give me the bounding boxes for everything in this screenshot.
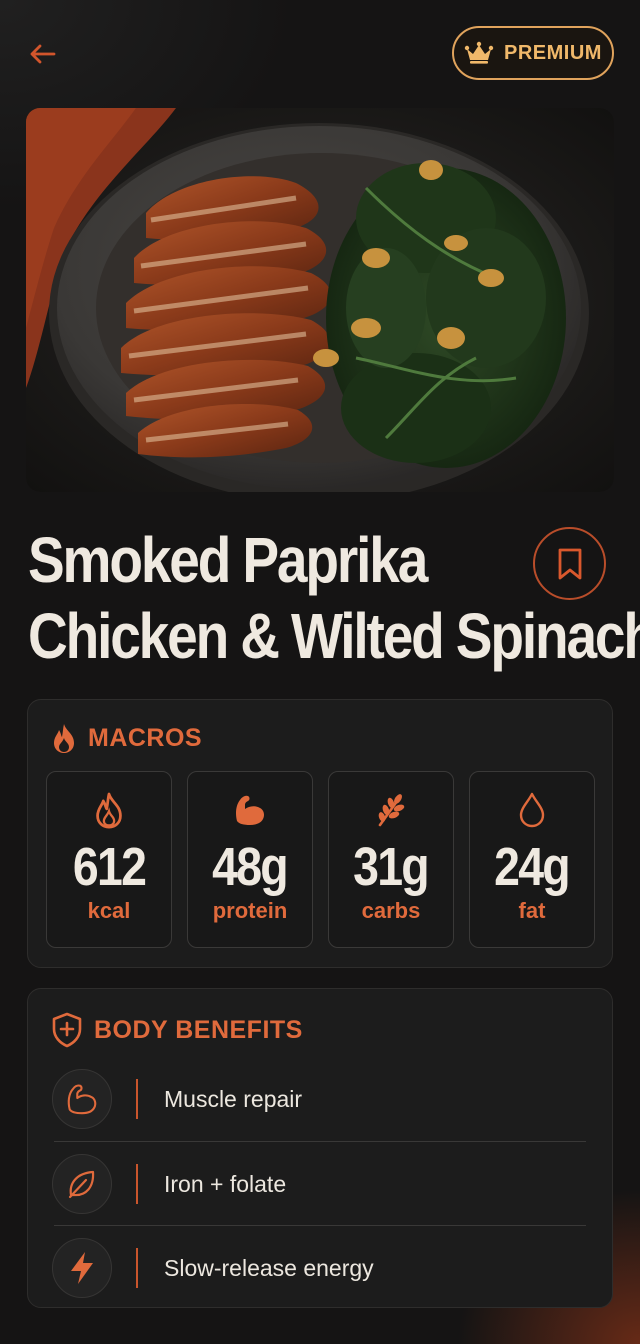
premium-label: PREMIUM: [504, 41, 602, 64]
lightning-icon: [71, 1252, 93, 1284]
leaf-icon: [68, 1170, 95, 1199]
row-separator: [136, 1248, 138, 1288]
crown-icon: [464, 41, 494, 64]
body-benefits-card: BODY BENEFITS Muscle repair Iron + folat…: [27, 988, 613, 1308]
premium-badge[interactable]: PREMIUM: [452, 26, 614, 80]
title-line-2: Chicken & Wilted Spinach: [28, 600, 640, 672]
benefit-label: Muscle repair: [164, 1085, 303, 1112]
recipe-title: Smoked Paprika Chicken & Wilted Spinach: [28, 522, 640, 674]
arrow-left-icon: [30, 44, 56, 64]
macro-tile-fat: 24g fat: [469, 771, 595, 948]
benefits-heading: BODY BENEFITS: [50, 1011, 303, 1049]
benefits-heading-label: BODY BENEFITS: [94, 1015, 303, 1044]
flexed-bicep-icon: [236, 795, 264, 825]
benefit-row: Slow-release energy: [52, 1226, 584, 1310]
hero-image: [26, 108, 614, 492]
droplet-icon: [519, 792, 545, 828]
shield-plus-icon: [52, 1012, 82, 1048]
row-separator: [136, 1164, 138, 1204]
macro-unit: protein: [212, 898, 288, 923]
macro-unit: fat: [518, 898, 546, 923]
macro-value: 48g: [212, 837, 290, 897]
macro-value: 24g: [494, 837, 572, 897]
wheat-icon: [378, 794, 405, 827]
back-button[interactable]: [22, 34, 62, 74]
flexed-bicep-icon: [67, 1084, 97, 1115]
benefit-row: Iron + folate: [52, 1142, 584, 1226]
flame-icon: [96, 792, 122, 829]
benefit-label: Iron + folate: [164, 1170, 287, 1197]
macro-tile-carbs: 31g carbs: [328, 771, 454, 948]
macro-unit: carbs: [361, 898, 421, 923]
macro-value: 31g: [353, 837, 431, 897]
bookmark-icon: [558, 548, 581, 579]
benefit-row: Muscle repair: [52, 1057, 584, 1141]
macro-tile-calories: 612 kcal: [46, 771, 172, 948]
flame-icon: [54, 724, 74, 753]
macros-heading-label: MACROS: [88, 723, 203, 752]
macros-heading: MACROS: [50, 722, 202, 754]
macro-value: 612: [72, 837, 147, 897]
macro-tile-protein: 48g protein: [187, 771, 313, 948]
recipe-screen: PREMIUM Smoked Paprika Chicken & Wilted …: [0, 0, 640, 1344]
bookmark-button[interactable]: [533, 527, 606, 600]
title-line-1: Smoked Paprika: [28, 524, 428, 596]
row-separator: [136, 1079, 138, 1119]
macro-unit: kcal: [87, 898, 131, 923]
benefit-label: Slow-release energy: [164, 1254, 374, 1281]
macros-card: MACROS 612 kcal 48g protein 31g carbs 24…: [27, 699, 613, 968]
